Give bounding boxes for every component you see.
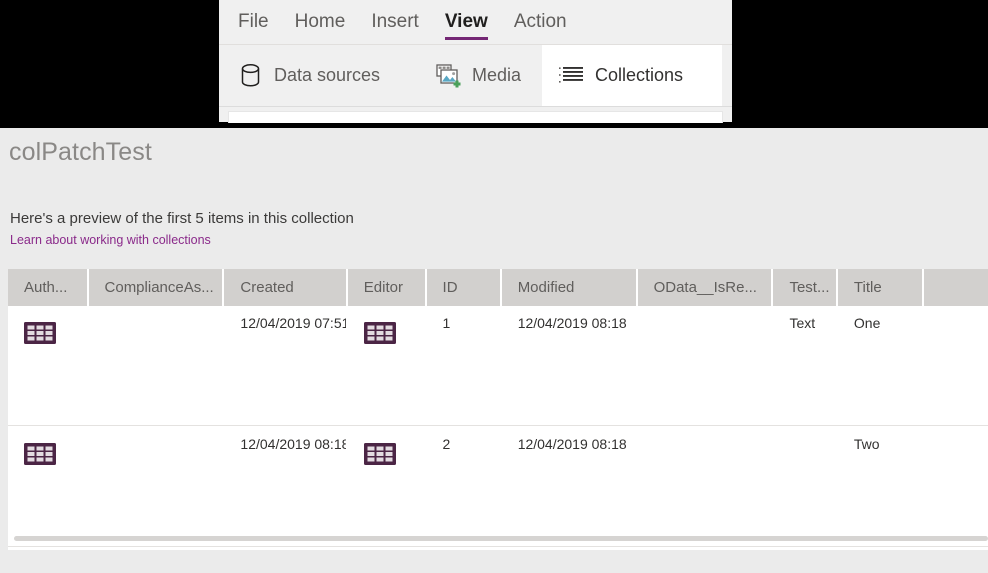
table-row[interactable]: 12/04/2019 08:18 2 12/04/2019 08:18 Two	[8, 427, 988, 547]
table-horizontal-scrollbar[interactable]	[8, 533, 988, 544]
preview-caption: Here's a preview of the first 5 items in…	[10, 210, 354, 227]
ribbon-button-data-sources[interactable]: Data sources	[221, 45, 399, 106]
cell-id: 2	[442, 436, 451, 452]
cell-test	[773, 427, 835, 547]
cell-editor	[348, 427, 425, 547]
ribbon-tab-insert-label: Insert	[371, 11, 419, 32]
record-icon	[363, 443, 396, 465]
scrollbar-thumb[interactable]	[14, 536, 988, 541]
ribbon-tab-file-label: File	[238, 11, 269, 32]
ribbon-tab-insert[interactable]: Insert	[358, 0, 432, 34]
cell-author	[8, 427, 87, 547]
cell-modified: 12/04/2019 08:18	[517, 436, 627, 452]
column-header-complianceasset[interactable]: ComplianceAs...	[88, 269, 223, 306]
column-header-test[interactable]: Test...	[773, 269, 836, 306]
column-header-author[interactable]: Auth...	[8, 269, 87, 306]
table-header-row: Auth... ComplianceAs... Created Editor I…	[8, 269, 988, 306]
cell-editor	[348, 306, 425, 426]
ribbon-tab-view-label: View	[444, 11, 488, 32]
cell-odata-isrecord	[638, 427, 772, 547]
ribbon-button-data-sources-label: Data sources	[274, 65, 381, 85]
ribbon-bottom-edge	[219, 106, 732, 123]
cell-overflow	[924, 306, 988, 426]
canvas-top-edge	[228, 111, 723, 123]
column-header-editor[interactable]: Editor	[347, 269, 425, 306]
column-header-overflow[interactable]	[923, 269, 988, 306]
table-row[interactable]: 12/04/2019 07:51 1 12/04/2019 08:18 Text…	[8, 306, 988, 426]
ribbon-tab-home[interactable]: Home	[282, 0, 359, 34]
ribbon-tab-action-label: Action	[513, 11, 567, 32]
ribbon-button-media-label: Media	[472, 65, 522, 85]
collection-data-table: Auth... ComplianceAs... Created Editor I…	[8, 269, 988, 550]
ribbon-button-collections[interactable]: Collections	[542, 45, 722, 106]
ribbon-tab-strip: File Home Insert View Action	[219, 0, 732, 44]
column-header-created[interactable]: Created	[224, 269, 346, 306]
collection-preview-pane: colPatchTest Here's a preview of the fir…	[0, 128, 988, 573]
record-icon	[24, 443, 56, 465]
cell-created: 12/04/2019 08:18	[240, 436, 346, 452]
list-icon	[558, 63, 584, 89]
ribbon-tab-file[interactable]: File	[225, 0, 282, 34]
cell-author	[8, 306, 87, 426]
media-image-icon	[435, 63, 461, 89]
column-header-title[interactable]: Title	[837, 269, 922, 306]
ribbon-command-row: Data sources Media Collections	[219, 44, 732, 106]
ribbon-tab-view[interactable]: View	[432, 0, 501, 40]
cell-complianceasset	[89, 306, 223, 426]
cell-test: Text	[789, 315, 816, 331]
ribbon-tab-home-label: Home	[294, 11, 346, 32]
record-icon	[24, 322, 56, 344]
column-header-id[interactable]: ID	[426, 269, 500, 306]
ribbon-window: File Home Insert View Action Data source…	[219, 0, 732, 123]
ribbon-tab-action[interactable]: Action	[501, 0, 580, 34]
column-header-modified[interactable]: Modified	[501, 269, 636, 306]
cell-id: 1	[442, 315, 451, 331]
learn-collections-link[interactable]: Learn about working with collections	[10, 233, 211, 247]
cell-odata-isrecord	[638, 306, 772, 426]
cell-overflow	[924, 427, 988, 547]
record-icon	[363, 322, 396, 344]
ribbon-button-collections-label: Collections	[595, 65, 684, 85]
cell-complianceasset	[89, 427, 223, 547]
column-header-odata-isrecord[interactable]: OData__IsRe...	[637, 269, 772, 306]
cell-title: One	[853, 315, 881, 331]
cell-created: 12/04/2019 07:51	[240, 315, 346, 331]
page-title: colPatchTest	[9, 138, 152, 166]
database-icon	[237, 63, 263, 89]
cell-title: Two	[853, 436, 880, 452]
ribbon-button-media[interactable]: Media	[419, 45, 554, 106]
cell-modified: 12/04/2019 08:18	[517, 315, 627, 331]
